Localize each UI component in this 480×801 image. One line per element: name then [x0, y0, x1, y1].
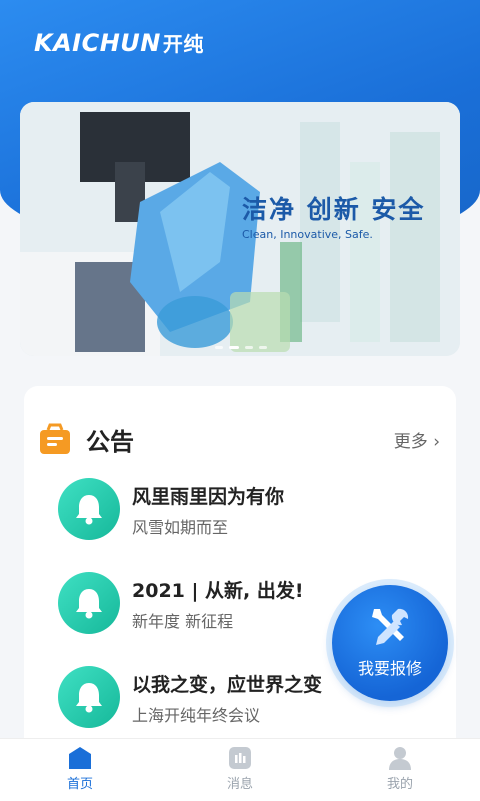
banner-image	[20, 102, 460, 356]
user-icon	[389, 747, 411, 770]
tab-messages-label: 消息	[226, 777, 253, 792]
notice-item-title: 风里雨里因为有你	[132, 486, 285, 508]
notice-item[interactable]: 风里雨里因为有你 风雪如期而至	[58, 478, 438, 542]
tab-profile[interactable]: 我的	[360, 745, 440, 792]
carousel-dot	[259, 346, 267, 349]
tab-home[interactable]: 首页	[40, 745, 120, 792]
notice-item-title: 以我之变，应世界之变	[132, 674, 323, 696]
bell-icon	[58, 666, 120, 728]
notice-item-subtitle: 风雪如期而至	[132, 518, 229, 537]
wrench-screwdriver-icon	[372, 608, 409, 645]
carousel-dot	[215, 346, 223, 349]
notice-item-subtitle: 上海开纯年终会议	[132, 706, 261, 725]
carousel-dot	[229, 346, 239, 349]
chevron-right-icon: ›	[433, 432, 440, 452]
banner-slogan-en: Clean, Innovative, Safe.	[242, 228, 373, 241]
more-link[interactable]: 更多 ›	[394, 427, 440, 452]
carousel-indicator	[215, 346, 267, 349]
tab-home-label: 首页	[66, 777, 93, 792]
banner-slogan: 洁净 创新 安全	[242, 195, 426, 224]
repair-request-button[interactable]: 我要报修	[332, 585, 448, 701]
notice-title: 公告	[86, 428, 134, 456]
brand-logo: KAICHUN 开纯	[34, 29, 204, 57]
notice-bag-icon	[40, 423, 70, 454]
carousel-dot	[245, 346, 253, 349]
repair-button-label: 我要报修	[357, 659, 422, 678]
bell-icon	[58, 572, 120, 634]
bell-icon	[58, 478, 120, 540]
notice-item-title: 2021 | 从新, 出发!	[132, 580, 304, 602]
banner-carousel[interactable]: 洁净 创新 安全 Clean, Innovative, Safe.	[20, 102, 460, 356]
tab-profile-label: 我的	[386, 777, 413, 792]
bottom-tab-bar: 首页 消息 我的	[0, 738, 480, 801]
home-icon	[69, 747, 91, 769]
notice-item-subtitle: 新年度 新征程	[132, 612, 234, 631]
tab-messages[interactable]: 消息	[200, 745, 280, 792]
message-icon	[229, 747, 251, 769]
